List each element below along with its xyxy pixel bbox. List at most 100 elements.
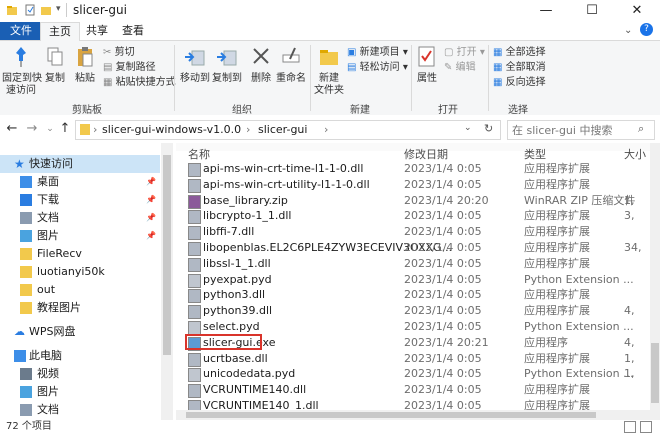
help-icon[interactable]: ? <box>640 23 653 36</box>
clipboard-group-label: 剪贴板 <box>72 105 102 116</box>
paste-button[interactable]: 粘贴 <box>72 45 98 85</box>
delete-label: 删除 <box>251 73 271 84</box>
cut-button[interactable]: ✂ 剪切 <box>103 46 135 60</box>
nav-item[interactable]: 图片 📌 <box>0 227 160 245</box>
properties-qa-icon[interactable] <box>24 4 36 16</box>
invert-selection-button[interactable]: ▦ 反向选择 <box>493 76 546 90</box>
recent-dropdown-icon[interactable]: ⌄ <box>42 121 58 137</box>
tab-share[interactable]: 共享 <box>78 22 116 40</box>
move-to-button[interactable]: 移动到 <box>178 45 212 85</box>
open-label: 打开 ▾ <box>456 47 485 58</box>
up-arrow-icon[interactable]: ↑ <box>57 121 73 137</box>
tab-file[interactable]: 文件 <box>0 22 42 40</box>
file-scroll-thumb[interactable] <box>651 343 659 403</box>
address-box[interactable]: › slicer-gui-windows-v1.0.0 › slicer-gui… <box>75 120 501 140</box>
highlight-box <box>185 333 262 350</box>
new-folder-button[interactable]: 新建 文件夹 <box>313 45 345 97</box>
copy-path-icon: ▤ <box>103 62 113 73</box>
nav-item[interactable]: 下载 📌 <box>0 191 160 209</box>
nav-item-label: 此电脑 <box>29 349 62 362</box>
rename-button[interactable]: 重命名 <box>276 45 306 85</box>
app-folder-icon <box>7 6 17 15</box>
nav-item-label: 视频 <box>37 367 59 380</box>
move-to-icon <box>185 50 205 66</box>
large-icons-view-icon[interactable] <box>640 421 652 433</box>
select-all-button[interactable]: ▦ 全部选择 <box>493 46 546 60</box>
breadcrumb-segment[interactable]: slicer-gui <box>258 123 307 136</box>
select-none-button[interactable]: ▦ 全部取消 <box>493 61 546 75</box>
nav-item[interactable]: 图片 <box>0 383 160 401</box>
copy-path-button[interactable]: ▤ 复制路径 <box>103 61 156 75</box>
new-item-button[interactable]: ▣ 新建项目 ▾ <box>347 46 408 60</box>
minimize-button[interactable]: — <box>523 0 569 22</box>
file-list: 名称 修改日期 类型 大小 api-ms-win-crt-time-l1-1-0… <box>176 143 650 420</box>
horizontal-scrollbar[interactable] <box>176 410 650 420</box>
nav-item[interactable]: out <box>0 281 160 299</box>
address-bar-row: ← → ⌄ ↑ › slicer-gui-windows-v1.0.0 › sl… <box>0 115 660 143</box>
nav-item[interactable]: 文档 <box>0 401 160 419</box>
select-group-label: 选择 <box>508 105 528 116</box>
address-dropdown-icon[interactable]: ⌄ <box>464 123 472 133</box>
nav-this-pc[interactable]: 此电脑 <box>0 347 160 365</box>
document-icon <box>20 404 32 416</box>
back-arrow-icon[interactable]: ← <box>4 121 20 137</box>
close-button[interactable]: ✕ <box>614 0 660 22</box>
pin-quick-access-button[interactable]: 固定到快 速访问 <box>2 45 42 97</box>
nav-item[interactable]: 文档 📌 <box>0 209 160 227</box>
properties-button[interactable]: 属性 <box>414 45 440 85</box>
paste-icon <box>78 47 93 67</box>
paste-label: 粘贴 <box>75 73 95 84</box>
breadcrumb-segment[interactable]: slicer-gui-windows-v1.0.0 <box>102 123 241 136</box>
delete-button[interactable]: 删除 <box>248 45 274 85</box>
edit-label: 编辑 <box>455 62 476 73</box>
nav-item[interactable]: 视频 <box>0 365 160 383</box>
ribbon-expand-icon[interactable]: ⌄ <box>624 25 632 36</box>
nav-item[interactable]: 教程图片 <box>0 299 160 317</box>
nav-item[interactable]: 桌面 📌 <box>0 173 160 191</box>
item-count: 72 个项目 <box>6 421 52 432</box>
copy-to-button[interactable]: 复制到 <box>210 45 244 85</box>
open-icon: ▢ <box>444 47 454 58</box>
copy-icon <box>47 47 63 66</box>
download-icon <box>20 194 32 206</box>
pin-icon[interactable]: 📌 <box>146 227 156 245</box>
cut-label: 剪切 <box>114 47 135 58</box>
h-scroll-thumb[interactable] <box>186 412 596 418</box>
nav-scroll-thumb[interactable] <box>163 155 171 355</box>
pin-icon[interactable]: 📌 <box>146 191 156 209</box>
tab-home[interactable]: 主页 <box>40 22 80 41</box>
status-bar: 72 个项目 <box>0 420 660 433</box>
edit-button[interactable]: ✎ 编辑 <box>444 61 476 75</box>
details-view-icon[interactable] <box>624 421 636 433</box>
nav-item[interactable]: FileRecv <box>0 245 160 263</box>
rename-label: 重命名 <box>276 73 306 84</box>
search-box[interactable]: 在 slicer-gui 中搜索 ⌕ <box>507 120 655 140</box>
select-none-label: 全部取消 <box>505 62 546 73</box>
select-all-label: 全部选择 <box>505 47 546 58</box>
tab-view[interactable]: 查看 <box>114 22 152 40</box>
copy-label: 复制 <box>45 73 65 84</box>
nav-quick-access[interactable]: ★ 快速访问 <box>0 155 160 173</box>
nav-item[interactable]: luotianyi50k <box>0 263 160 281</box>
path-folder-icon <box>80 124 90 135</box>
nav-item-label: out <box>37 283 56 296</box>
paste-shortcut-label: 粘贴快捷方式 <box>115 77 176 88</box>
title-bar: ▾ slicer-gui — ☐ ✕ <box>0 0 660 22</box>
pin-icon[interactable]: 📌 <box>146 209 156 227</box>
pin-icon[interactable]: 📌 <box>146 173 156 191</box>
paste-shortcut-button[interactable]: ▦ 粘贴快捷方式 <box>103 76 176 90</box>
easy-access-button[interactable]: ▤ 轻松访问 ▾ <box>347 61 408 75</box>
picture-icon <box>20 386 32 398</box>
refresh-icon[interactable]: ↻ <box>484 122 493 135</box>
file-list-scrollbar[interactable] <box>650 143 660 420</box>
qa-dropdown-icon[interactable]: ▾ <box>56 4 61 14</box>
properties-label: 属性 <box>417 73 437 84</box>
open-button[interactable]: ▢ 打开 ▾ <box>444 46 485 60</box>
nav-scrollbar[interactable] <box>161 143 173 420</box>
forward-arrow-icon[interactable]: → <box>24 121 40 137</box>
new-folder-qa-icon[interactable] <box>40 4 52 16</box>
copy-button[interactable]: 复制 <box>42 45 68 85</box>
maximize-button[interactable]: ☐ <box>569 0 615 22</box>
nav-wps-drive[interactable]: ☁ WPS网盘 <box>0 323 160 341</box>
new-folder-label: 新建 文件夹 <box>314 73 344 96</box>
